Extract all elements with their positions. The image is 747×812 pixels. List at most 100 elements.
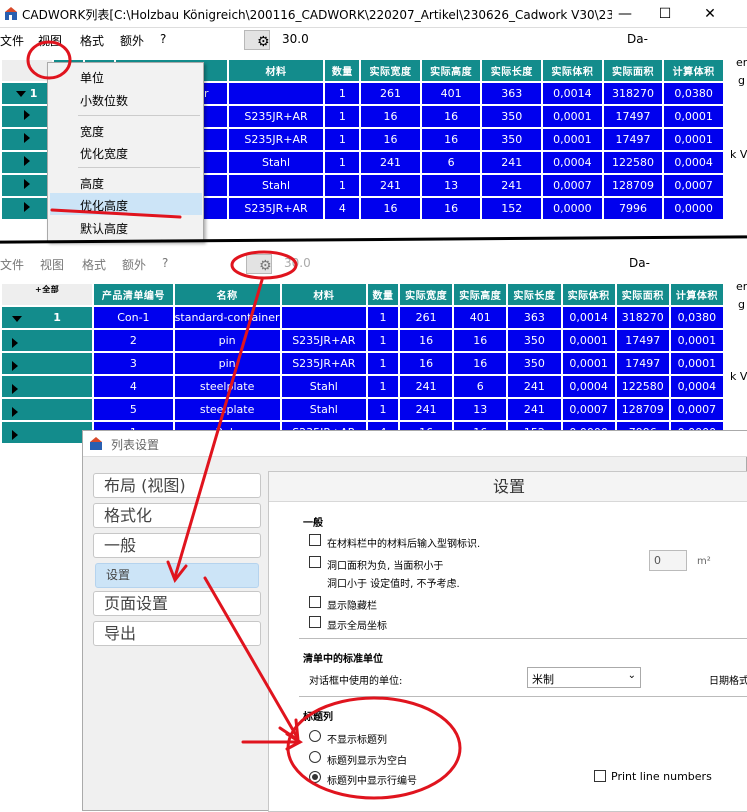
expand-arrow-icon[interactable] [23, 202, 30, 212]
menu-item-unit[interactable]: 单位 [80, 69, 104, 86]
table-cell[interactable]: 16 [454, 353, 507, 374]
settings-gear-button[interactable]: ⚙ [244, 30, 270, 50]
table-cell[interactable]: 128709 [603, 175, 663, 196]
table-cell[interactable]: 16 [421, 106, 481, 127]
table-cell[interactable]: Stahl [228, 175, 324, 196]
top-grid-corner[interactable] [2, 60, 52, 81]
table-cell[interactable]: 0,0001 [670, 353, 723, 374]
table-cell[interactable]: S235JR+AR [281, 353, 366, 374]
table-cell[interactable]: 0,0001 [562, 330, 615, 351]
table-row[interactable]: 5 steelplate Stahl 1 241 13 241 0,0007 128709 0,0… [2, 399, 723, 420]
header-qty[interactable]: 数量 [367, 284, 399, 305]
header-area[interactable]: 实际面积 [616, 284, 669, 305]
table-cell[interactable]: 122580 [616, 376, 669, 397]
header-calc-volume[interactable]: 计算体积 [664, 60, 723, 81]
table-cell[interactable]: 1 [367, 330, 399, 351]
table-cell[interactable]: 363 [508, 307, 561, 328]
table-cell[interactable] [2, 198, 52, 219]
table-cell[interactable]: 152 [482, 198, 542, 219]
checkbox-global-coords[interactable] [309, 616, 321, 628]
table-cell[interactable]: 0,0001 [543, 106, 602, 127]
table-cell[interactable]: 241 [400, 399, 453, 420]
table-cell[interactable]: 128709 [616, 399, 669, 420]
table-cell[interactable] [2, 129, 52, 150]
table-cell[interactable]: 350 [508, 330, 561, 351]
table-cell[interactable] [2, 106, 52, 127]
row-header-cell[interactable] [2, 353, 93, 374]
table-cell[interactable]: 16 [361, 198, 420, 219]
row-header-cell[interactable] [2, 422, 93, 443]
table-cell[interactable]: S235JR+AR [281, 330, 366, 351]
table-cell[interactable] [281, 307, 366, 328]
minimize-button[interactable]: — [610, 4, 640, 24]
table-cell[interactable]: 1 [367, 353, 399, 374]
menu-view[interactable]: 视图 [40, 256, 64, 273]
table-cell[interactable]: 122580 [603, 152, 663, 173]
table-cell[interactable]: S235JR+AR [228, 198, 324, 219]
table-cell[interactable]: 16 [421, 129, 481, 150]
table-cell[interactable]: 0,0001 [562, 353, 615, 374]
header-length[interactable]: 实际长度 [508, 284, 561, 305]
row-header-cell[interactable] [2, 399, 93, 420]
table-cell[interactable]: 0,0380 [670, 307, 723, 328]
row-header-cell[interactable] [2, 376, 93, 397]
header-area[interactable]: 实际面积 [603, 60, 663, 81]
table-row[interactable]: 1 Con-1 standard-container 1 261 401 363 0,0014… [2, 307, 723, 328]
header-width[interactable]: 实际宽度 [361, 60, 420, 81]
table-cell[interactable]: 350 [482, 129, 542, 150]
table-cell[interactable]: S235JR+AR [228, 106, 324, 127]
table-cell[interactable] [2, 175, 52, 196]
table-cell[interactable]: 350 [482, 106, 542, 127]
table-cell[interactable]: 0,0004 [670, 376, 723, 397]
table-cell[interactable]: 3 [94, 353, 173, 374]
menu-item-optimize-height[interactable]: 优化高度 [80, 197, 128, 214]
table-cell[interactable]: 0,0001 [543, 129, 602, 150]
table-cell[interactable]: 241 [482, 175, 542, 196]
table-cell[interactable]: Stahl [281, 376, 366, 397]
table-cell[interactable]: steelplate [174, 376, 280, 397]
menu-item-decimals[interactable]: 小数位数 [80, 92, 128, 109]
table-cell[interactable]: 5 [94, 399, 173, 420]
table-cell[interactable]: 16 [400, 330, 453, 351]
menu-file[interactable]: 文件 [0, 256, 24, 273]
table-cell[interactable]: 0,0000 [664, 198, 723, 219]
maximize-button[interactable]: ☐ [650, 4, 680, 24]
row-header-cell[interactable] [2, 330, 93, 351]
table-cell[interactable]: 0,0000 [543, 198, 602, 219]
expand-arrow-icon[interactable] [12, 338, 18, 348]
menu-file[interactable]: 文件 [0, 32, 24, 49]
table-cell[interactable]: 318270 [603, 83, 663, 104]
table-cell[interactable]: 1 [325, 129, 360, 150]
table-cell[interactable]: 0,0007 [664, 175, 723, 196]
units-select[interactable]: 米制 ⌄ [527, 667, 641, 688]
table-cell[interactable]: 318270 [616, 307, 669, 328]
checkbox-show-hidden[interactable] [309, 596, 321, 608]
nav-page-setup[interactable]: 页面设置 [93, 591, 261, 616]
table-cell[interactable]: 363 [482, 83, 542, 104]
menu-extra[interactable]: 额外 [122, 256, 146, 273]
expand-arrow-icon[interactable] [23, 110, 30, 120]
expand-arrow-icon[interactable] [12, 384, 18, 394]
table-cell[interactable]: 13 [454, 399, 507, 420]
radio-no-title-col[interactable] [309, 730, 321, 742]
header-name[interactable]: 名称 [174, 284, 280, 305]
radio-title-col-blank[interactable] [309, 751, 321, 763]
header-width[interactable]: 实际宽度 [400, 284, 453, 305]
opening-area-input[interactable]: 0 [649, 550, 687, 571]
table-cell[interactable]: 1 [367, 399, 399, 420]
table-row[interactable]: 2 pin S235JR+AR 1 16 16 350 0,0001 17497 0,0001 [2, 330, 723, 351]
table-cell[interactable]: 1 [2, 83, 52, 104]
settings-gear-button[interactable]: ⚙ [246, 254, 272, 274]
table-cell[interactable]: 241 [482, 152, 542, 173]
table-cell[interactable]: 17497 [603, 129, 663, 150]
table-cell[interactable]: 0,0007 [562, 399, 615, 420]
table-cell[interactable]: 0,0014 [562, 307, 615, 328]
radio-title-col-line-numbers[interactable] [309, 771, 321, 783]
table-cell[interactable]: 0,0007 [543, 175, 602, 196]
table-row[interactable]: 4 steelplate Stahl 1 241 6 241 0,0004 122580 0,00… [2, 376, 723, 397]
table-cell[interactable]: S235JR+AR [228, 129, 324, 150]
menu-item-width[interactable]: 宽度 [80, 123, 104, 140]
nav-layout[interactable]: 布局 (视图) [93, 473, 261, 498]
menu-item-height[interactable]: 高度 [80, 175, 104, 192]
header-calc-volume[interactable]: 计算体积 [670, 284, 723, 305]
